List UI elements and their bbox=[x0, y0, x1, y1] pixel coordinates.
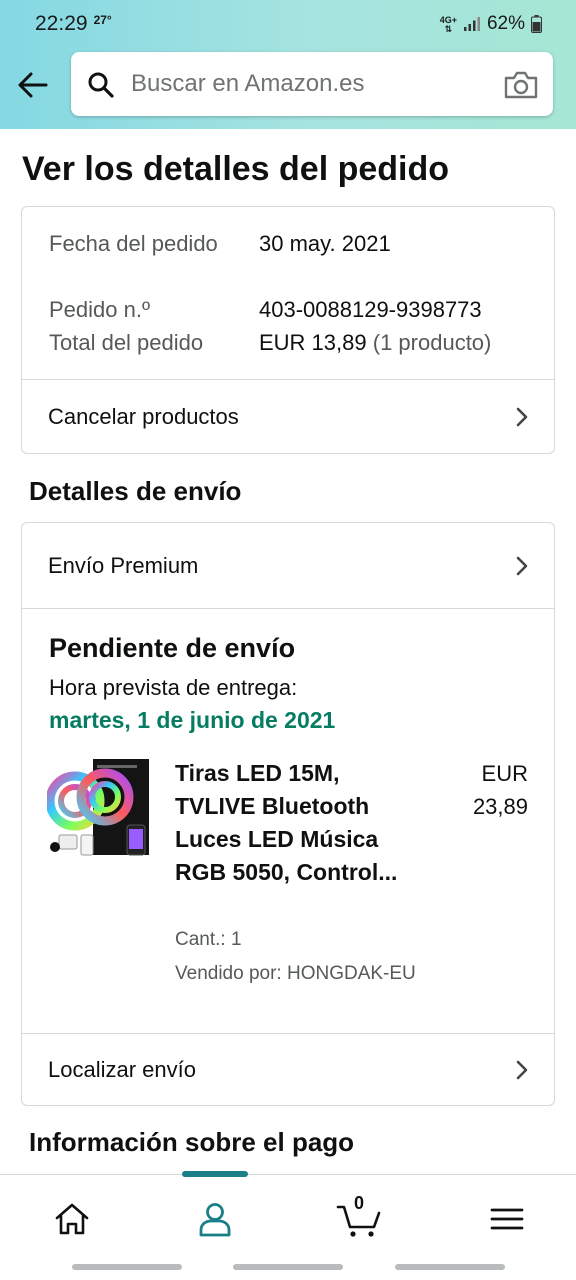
eta-date: martes, 1 de junio de 2021 bbox=[49, 707, 336, 733]
system-nav-bar bbox=[395, 1264, 505, 1270]
battery-icon bbox=[531, 15, 542, 33]
system-nav-bar bbox=[233, 1264, 343, 1270]
order-total-value: EUR 13,89 bbox=[259, 330, 367, 355]
chevron-right-icon bbox=[516, 556, 528, 575]
bottom-nav: 0 bbox=[0, 1171, 576, 1258]
status-time: 22:29 bbox=[35, 12, 88, 35]
order-summary-card: Fecha del pedido 30 may. 2021 Pedido n.º… bbox=[21, 206, 555, 454]
shipping-speed-label: Envío Premium bbox=[48, 552, 199, 578]
order-number-label: Pedido n.º bbox=[49, 297, 150, 322]
cancel-products-label: Cancelar productos bbox=[48, 404, 239, 429]
home-icon[interactable] bbox=[52, 1199, 92, 1239]
account-icon[interactable] bbox=[195, 1199, 235, 1239]
status-right: 4G+ ⇅ 62% bbox=[440, 13, 542, 35]
track-shipment-link[interactable]: Localizar envío bbox=[22, 1034, 554, 1106]
battery-percent: 62% bbox=[486, 13, 525, 34]
order-number-value: 403-0088129-9398773 bbox=[259, 297, 482, 322]
product-quantity: Cant.: 1 bbox=[175, 929, 242, 950]
page-title: Ver los detalles del pedido bbox=[22, 150, 450, 188]
network-icon: 4G+ ⇅ bbox=[439, 14, 457, 34]
eta-label: Hora prevista de entrega: bbox=[49, 675, 298, 700]
search-icon bbox=[88, 72, 114, 98]
header: 22:29 27° 4G+ ⇅ 62% Buscar en Amazon.es bbox=[0, 0, 576, 129]
search-row: Buscar en Amazon.es bbox=[0, 52, 576, 118]
search-input[interactable]: Buscar en Amazon.es bbox=[71, 52, 553, 116]
system-nav-bar bbox=[72, 1264, 182, 1270]
chevron-right-icon bbox=[516, 407, 528, 427]
divider bbox=[22, 608, 554, 609]
order-total-items: (1 producto) bbox=[372, 330, 492, 355]
product-seller: Vendido por: HONGDAK-EU bbox=[175, 963, 416, 984]
product-price: EUR 23,89 bbox=[472, 761, 528, 819]
order-total: EUR 13,89 (1 producto) bbox=[259, 326, 491, 359]
active-tab-indicator bbox=[182, 1171, 248, 1177]
order-date-value: 30 may. 2021 bbox=[259, 231, 391, 256]
cart-count: 0 bbox=[353, 1193, 364, 1213]
product-name-link[interactable]: Tiras LED 15M, TVLIVE Bluetooth Luces LE… bbox=[175, 757, 415, 889]
camera-icon[interactable] bbox=[503, 70, 539, 100]
order-date-label: Fecha del pedido bbox=[49, 231, 218, 256]
product-image[interactable] bbox=[47, 757, 153, 861]
shipping-speed-link[interactable]: Envío Premium bbox=[22, 523, 554, 608]
status-temperature: 27° bbox=[93, 13, 112, 27]
chevron-right-icon bbox=[516, 1060, 528, 1080]
shipping-card: Envío Premium Pendiente de envío Hora pr… bbox=[21, 522, 555, 1106]
cart-button[interactable]: 0 bbox=[336, 1193, 382, 1239]
shipment-status: Pendiente de envío bbox=[49, 633, 296, 663]
signal-icon bbox=[463, 17, 480, 31]
search-placeholder: Buscar en Amazon.es bbox=[131, 70, 365, 97]
order-total-label: Total del pedido bbox=[49, 330, 204, 355]
cancel-products-link[interactable]: Cancelar productos bbox=[22, 380, 554, 454]
back-arrow-icon[interactable] bbox=[16, 68, 50, 102]
shipping-section-title: Detalles de envío bbox=[29, 476, 242, 506]
status-bar: 22:29 27° 4G+ ⇅ 62% bbox=[0, 0, 576, 48]
track-shipment-label: Localizar envío bbox=[48, 1057, 196, 1082]
payment-section-title: Información sobre el pago bbox=[29, 1127, 355, 1157]
menu-icon[interactable] bbox=[487, 1199, 527, 1239]
